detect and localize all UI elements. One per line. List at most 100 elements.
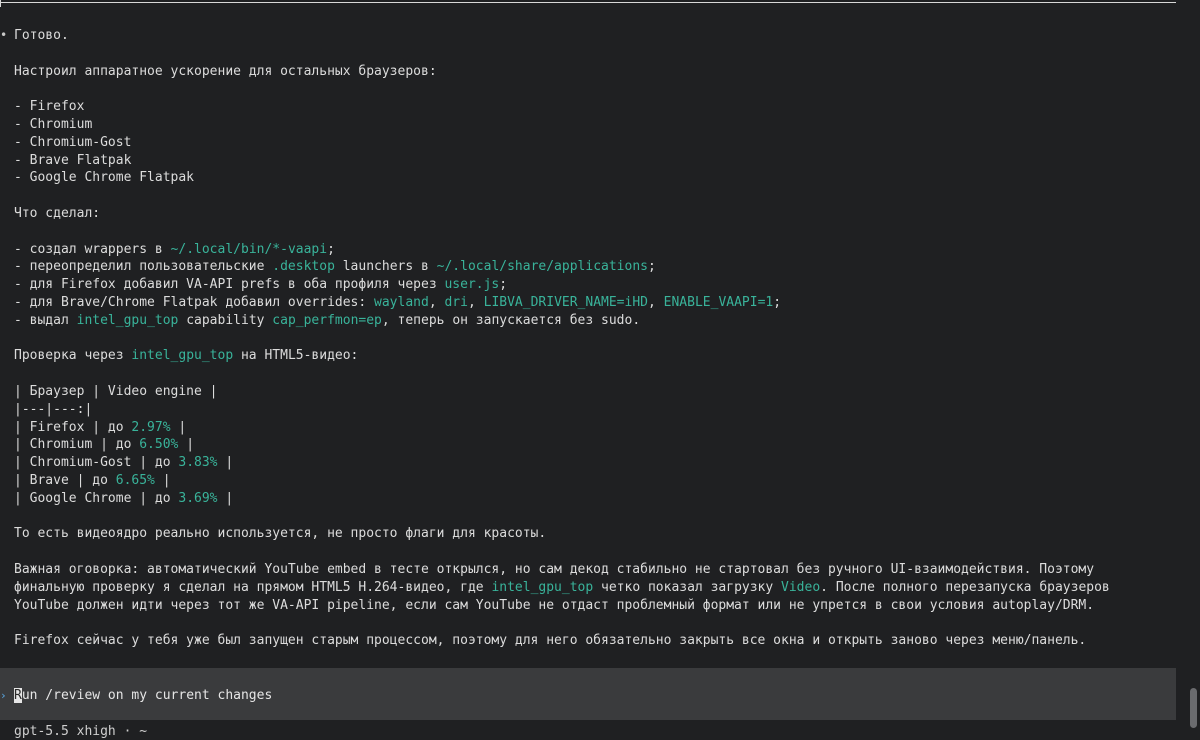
code-token: 3.83% <box>178 455 218 471</box>
text-span: YouTube должен идти через тот же VA-API … <box>14 597 1095 613</box>
top-divider <box>0 2 1176 3</box>
output-line: Важная оговорка: автоматический YouTube … <box>14 561 1179 579</box>
text-span: Что сделал: <box>14 205 101 221</box>
scrollbar-thumb[interactable] <box>1190 688 1197 728</box>
assistant-message: Готово. Настроил аппаратное ускорение для… <box>14 27 1179 650</box>
code-token: 6.65% <box>115 472 155 488</box>
text-span: . После полного перезапуска браузеров <box>820 579 1110 595</box>
status-line: gpt-5.5 xhigh · ~ <box>14 724 148 739</box>
output-line: - Firefox <box>14 98 1179 116</box>
text-span: - Chromium <box>14 116 93 132</box>
output-line: Что сделал: <box>14 205 1179 223</box>
text-span: | <box>217 455 234 471</box>
output-line: |---|---:| <box>14 401 1179 419</box>
text-span: - для Brave/Chrome Flatpak добавил overr… <box>14 294 375 310</box>
code-token: cap_perfmon=ep <box>272 312 382 328</box>
output-line: - Google Chrome Flatpak <box>14 169 1179 187</box>
text-span: ; <box>773 294 782 310</box>
output-line: Готово. <box>14 27 1179 45</box>
text-span: - Google Chrome Flatpak <box>14 170 195 186</box>
text-span: | Браузер | Video engine | <box>14 383 218 399</box>
output-line: - Brave Flatpak <box>14 152 1179 170</box>
text-span: четко показал загрузку <box>593 579 782 595</box>
output-line: - Chromium-Gost <box>14 134 1179 152</box>
text-span: на HTML5-видео: <box>233 348 359 364</box>
text-span: Важная оговорка: автоматический YouTube … <box>14 561 1095 577</box>
text-span: ; <box>327 241 335 257</box>
code-token: 3.69% <box>178 490 218 506</box>
output-line: | Firefox | до 2.97% | <box>14 419 1179 437</box>
text-span: ; <box>499 277 508 293</box>
text-span: То есть видеоядро реально используется, … <box>14 526 547 542</box>
text-span: capability <box>178 312 273 328</box>
code-token: 2.97% <box>131 419 171 435</box>
text-span: , <box>428 294 445 310</box>
code-token: wayland <box>374 294 429 310</box>
text-span: - Brave Flatpak <box>14 152 132 168</box>
code-token: dri <box>444 294 468 310</box>
output-line: - для Brave/Chrome Flatpak добавил overr… <box>14 294 1179 312</box>
text-span: финальную проверку я сделал на прямом HT… <box>14 579 492 595</box>
text-span: - Firefox <box>14 99 85 115</box>
text-span: , <box>467 294 484 310</box>
text-span: ; <box>647 259 656 275</box>
prompt-input-text: un /review on my current changes <box>21 688 273 703</box>
text-span: Настроил аппаратное ускорение для осталь… <box>14 63 437 79</box>
output-line: | Brave | до 6.65% | <box>14 472 1179 490</box>
code-token: intel_gpu_top <box>76 312 179 328</box>
text-cursor: R <box>14 688 22 703</box>
code-token: ~/.local/share/applications <box>436 259 648 275</box>
prompt-input[interactable]: Run /review on my current changes <box>14 687 272 704</box>
output-line: - выдал intel_gpu_top capability cap_per… <box>14 312 1179 330</box>
text-span: Готово. <box>14 28 69 43</box>
text-span: - для Firefox добавил VA-API prefs в оба… <box>14 277 445 293</box>
output-line: Firefox сейчас у тебя уже был запущен ст… <box>14 632 1179 650</box>
output-line: | Google Chrome | до 3.69% | <box>14 490 1179 508</box>
output-line: То есть видеоядро реально используется, … <box>14 525 1179 543</box>
code-token: intel_gpu_top <box>131 348 234 364</box>
output-line: Настроил аппаратное ускорение для осталь… <box>14 63 1179 81</box>
output-line: - создал wrappers в ~/.local/bin/*-vaapi… <box>14 241 1179 259</box>
output-line: - для Firefox добавил VA-API prefs в оба… <box>14 276 1179 294</box>
text-span: |---|---:| <box>14 401 93 417</box>
message-bullet: • <box>0 28 8 42</box>
output-line: Проверка через intel_gpu_top на HTML5-ви… <box>14 347 1179 365</box>
code-token: user.js <box>444 277 500 293</box>
text-span: | <box>217 490 234 506</box>
code-token: Video <box>781 579 821 595</box>
text-span: | Firefox | до <box>14 419 132 435</box>
text-span: | Chromium-Gost | до <box>14 455 179 471</box>
code-token: ~/.local/bin/*-vaapi <box>170 241 328 257</box>
output-line: | Chromium-Gost | до 3.83% | <box>14 454 1179 472</box>
output-line: финальную проверку я сделал на прямом HT… <box>14 579 1179 597</box>
code-token: .desktop <box>272 259 335 275</box>
text-span: | <box>154 472 171 488</box>
text-span: , теперь он запускается без sudo. <box>381 312 641 328</box>
output-line: - переопределил пользовательские .deskto… <box>14 258 1179 276</box>
output-line: | Браузер | Video engine | <box>14 383 1179 401</box>
text-span: Firefox сейчас у тебя уже был запущен ст… <box>14 633 1087 649</box>
code-token: LIBVA_DRIVER_NAME=iHD <box>483 294 648 310</box>
scrollbar[interactable] <box>1186 0 1200 740</box>
code-token: ENABLE_VAAPI=1 <box>663 294 774 310</box>
text-span: | <box>178 437 195 453</box>
code-token: 6.50% <box>139 437 179 453</box>
text-span: - Chromium-Gost <box>14 134 132 150</box>
output-line: YouTube должен идти через тот же VA-API … <box>14 597 1179 615</box>
text-span: launchers в <box>334 259 437 275</box>
text-span: | Brave | до <box>14 472 116 488</box>
prompt-caret-icon: › <box>0 689 7 702</box>
text-span: | Google Chrome | до <box>14 490 179 506</box>
text-span: | Chromium | до <box>14 437 140 453</box>
output-line: | Chromium | до 6.50% | <box>14 436 1179 454</box>
text-span: - создал wrappers в <box>14 241 171 257</box>
